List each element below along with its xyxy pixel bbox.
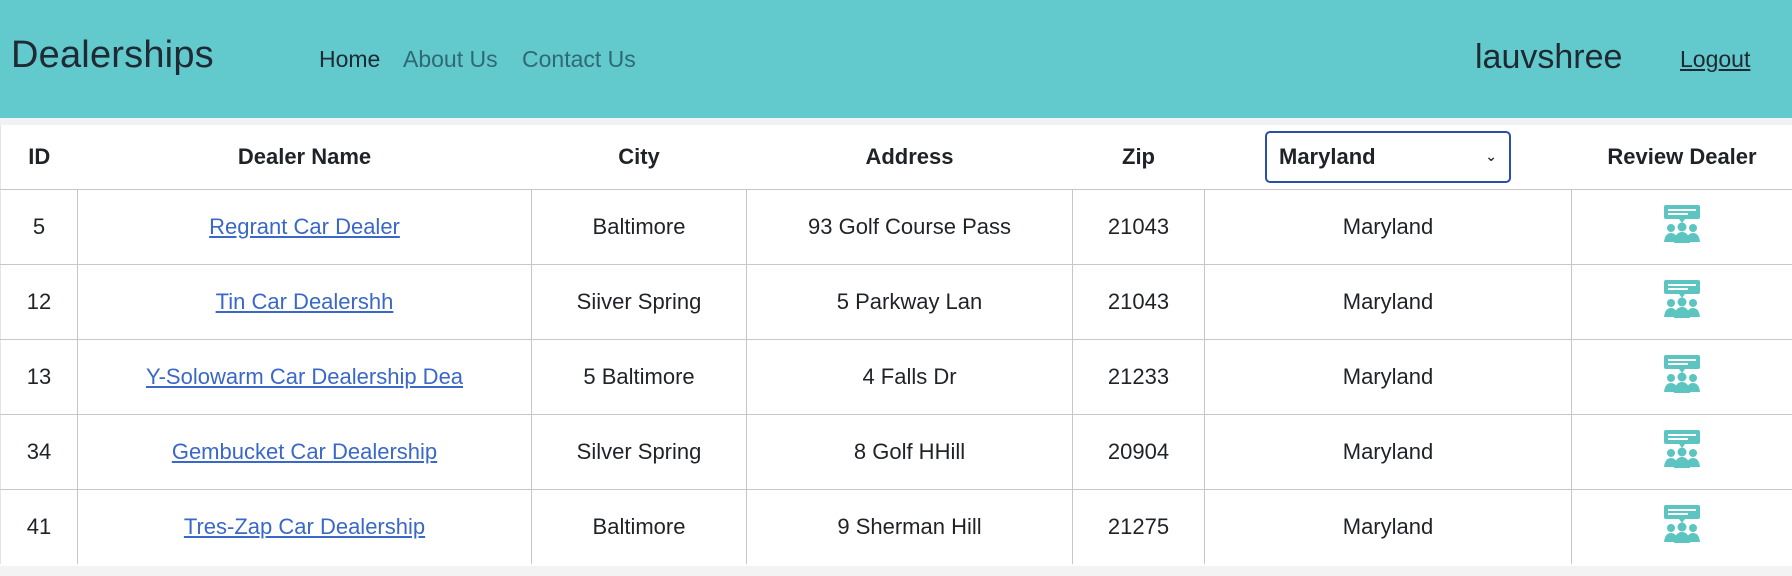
table-row: 34 Gembucket Car Dealership Silver Spring 8…: [0, 414, 1792, 490]
footer-strip: [0, 566, 1792, 576]
cell-zip: 21043: [1072, 189, 1205, 265]
cell-state: Maryland: [1204, 189, 1572, 265]
brand-title: Dealerships: [11, 34, 214, 76]
header-dealer-name: Dealer Name: [77, 125, 532, 190]
navbar: Dealerships Home About Us Contact Us lau…: [0, 0, 1792, 118]
cell-state: Maryland: [1204, 414, 1572, 490]
cell-id: 5: [0, 189, 78, 265]
cell-state: Maryland: [1204, 489, 1572, 564]
header-address: Address: [746, 125, 1073, 190]
cell-id: 41: [0, 489, 78, 564]
cell-city: 5 Baltimore: [531, 339, 747, 415]
cell-review: [1571, 414, 1792, 490]
cell-zip: 21275: [1072, 489, 1205, 564]
cell-city: Silver Spring: [531, 414, 747, 490]
navbar-divider: [0, 118, 1792, 125]
table-row: 13 Y-Solowarm Car Dealership Dea 5 Baltimo…: [0, 339, 1792, 415]
cell-city: Baltimore: [531, 489, 747, 564]
chevron-down-icon: ⌄: [1485, 148, 1497, 165]
cell-review: [1571, 264, 1792, 340]
cell-state: Maryland: [1204, 264, 1572, 340]
review-dealer-icon[interactable]: [1661, 278, 1703, 326]
review-dealer-icon[interactable]: [1661, 203, 1703, 251]
state-filter-select[interactable]: Maryland ⌄: [1265, 130, 1511, 183]
review-dealer-icon[interactable]: [1661, 428, 1703, 476]
cell-id: 13: [0, 339, 78, 415]
nav-link-about-us[interactable]: About Us: [403, 46, 498, 73]
cell-dealer-name: Tin Car Dealershh: [77, 264, 532, 340]
nav-link-contact-us[interactable]: Contact Us: [522, 46, 636, 73]
cell-address: 93 Golf Course Pass: [746, 189, 1073, 265]
dealers-table: ID Dealer Name City Address Zip Maryland…: [0, 125, 1792, 564]
cell-address: 5 Parkway Lan: [746, 264, 1073, 340]
nav-link-home[interactable]: Home: [319, 46, 380, 73]
cell-zip: 20904: [1072, 414, 1205, 490]
header-review-dealer: Review Dealer: [1571, 125, 1792, 190]
cell-dealer-name: Tres-Zap Car Dealership: [77, 489, 532, 564]
table-row: 41 Tres-Zap Car Dealership Baltimore 9 Sher…: [0, 489, 1792, 564]
cell-address: 4 Falls Dr: [746, 339, 1073, 415]
logout-link[interactable]: Logout: [1680, 46, 1750, 73]
table-row: 12 Tin Car Dealershh Siiver Spring 5 Parkwa…: [0, 264, 1792, 340]
cell-address: 9 Sherman Hill: [746, 489, 1073, 564]
header-zip: Zip: [1072, 125, 1205, 190]
table-header-row: ID Dealer Name City Address Zip Maryland…: [0, 125, 1792, 190]
header-state-filter-cell: Maryland ⌄: [1204, 125, 1572, 190]
cell-dealer-name: Regrant Car Dealer: [77, 189, 532, 265]
dealer-link[interactable]: Tin Car Dealershh: [216, 289, 394, 314]
cell-review: [1572, 489, 1792, 564]
dealer-link[interactable]: Gembucket Car Dealership: [172, 439, 437, 464]
username-label: lauvshree: [1475, 38, 1623, 76]
cell-dealer-name: Gembucket Car Dealership: [77, 414, 532, 490]
dealer-link[interactable]: Regrant Car Dealer: [209, 214, 400, 239]
review-dealer-icon[interactable]: [1661, 353, 1703, 401]
dealer-link[interactable]: Y-Solowarm Car Dealership Dea: [146, 364, 463, 389]
dealer-link[interactable]: Tres-Zap Car Dealership: [184, 514, 425, 539]
cell-id: 34: [0, 414, 78, 490]
cell-address: 8 Golf HHill: [746, 414, 1073, 490]
cell-id: 12: [0, 264, 78, 340]
cell-zip: 21043: [1072, 264, 1205, 340]
review-dealer-icon[interactable]: [1661, 503, 1703, 551]
table-row: 5 Regrant Car Dealer Baltimore 93 Golf Cour…: [0, 189, 1792, 265]
header-city: City: [531, 125, 747, 190]
cell-city: Baltimore: [531, 189, 747, 265]
cell-review: [1571, 339, 1792, 415]
cell-state: Maryland: [1204, 339, 1572, 415]
cell-city: Siiver Spring: [531, 264, 747, 340]
cell-review: [1571, 189, 1792, 265]
header-id: ID: [0, 125, 78, 190]
cell-dealer-name: Y-Solowarm Car Dealership Dea: [77, 339, 532, 415]
cell-zip: 21233: [1072, 339, 1205, 415]
state-filter-selected-value: Maryland: [1279, 143, 1376, 169]
